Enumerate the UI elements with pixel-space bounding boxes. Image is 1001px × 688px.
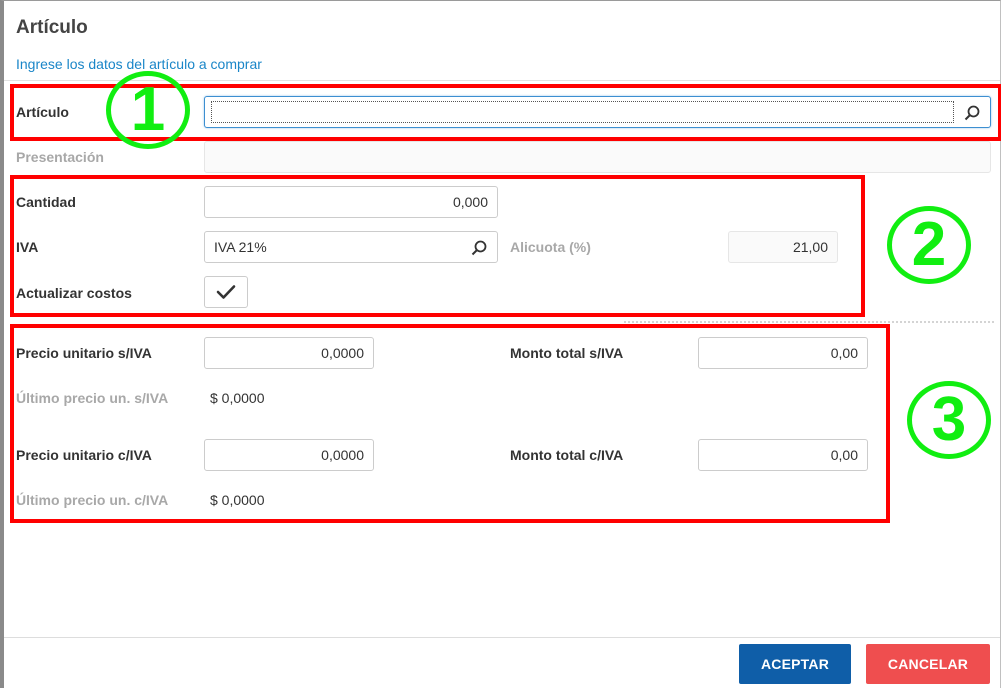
annotation-circle-2: 2 <box>887 206 971 284</box>
search-icon[interactable] <box>963 104 981 122</box>
search-icon[interactable] <box>470 239 488 257</box>
precio-unitario-civa-input[interactable]: 0,0000 <box>204 439 374 471</box>
precio-unitario-siva-value: 0,0000 <box>321 345 364 361</box>
cantidad-value: 0,000 <box>452 194 488 210</box>
iva-search-input[interactable]: IVA 21% <box>204 231 498 263</box>
dialog-title: Artículo <box>16 17 88 38</box>
presentacion-label: Presentación <box>16 149 104 165</box>
annotation-circle-1: 1 <box>106 71 190 149</box>
presentacion-field <box>204 141 991 173</box>
alicuota-value: 21,00 <box>792 239 828 255</box>
iva-label: IVA <box>16 239 39 255</box>
dialog-subtitle: Ingrese los datos del artículo a comprar <box>16 56 262 72</box>
monto-total-civa-value: 0,00 <box>830 447 858 463</box>
focus-ring <box>211 101 954 123</box>
precio-unitario-siva-input[interactable]: 0,0000 <box>204 337 374 369</box>
cantidad-label: Cantidad <box>16 194 76 210</box>
header-divider <box>4 80 1000 81</box>
monto-total-civa-label: Monto total c/IVA <box>510 447 624 463</box>
accept-button[interactable]: ACEPTAR <box>739 644 851 684</box>
check-icon <box>216 285 236 299</box>
precio-unitario-civa-label: Precio unitario c/IVA <box>16 447 152 463</box>
monto-total-siva-value: 0,00 <box>830 345 858 361</box>
alicuota-field: 21,00 <box>728 231 838 263</box>
ultimo-precio-siva-value: $ 0,0000 <box>210 390 265 406</box>
actualizar-costos-checkbox[interactable] <box>204 276 248 308</box>
monto-total-siva-label: Monto total s/IVA <box>510 345 624 361</box>
article-dialog: Artículo Ingrese los datos del artículo … <box>0 0 1001 688</box>
articulo-label: Artículo <box>16 104 69 120</box>
cantidad-input[interactable]: 0,000 <box>204 186 498 218</box>
ultimo-precio-civa-value: $ 0,0000 <box>210 492 265 508</box>
annotation-circle-3: 3 <box>907 381 991 459</box>
footer-divider <box>4 637 1000 638</box>
ultimo-precio-siva-label: Último precio un. s/IVA <box>16 390 169 406</box>
actualizar-costos-label: Actualizar costos <box>16 285 132 301</box>
precio-unitario-siva-label: Precio unitario s/IVA <box>16 345 152 361</box>
alicuota-label: Alicuota (%) <box>510 239 591 255</box>
articulo-search-input[interactable] <box>204 96 991 128</box>
cancel-button[interactable]: CANCELAR <box>866 644 990 684</box>
monto-total-civa-input[interactable]: 0,00 <box>698 439 868 471</box>
precio-unitario-civa-value: 0,0000 <box>321 447 364 463</box>
iva-value: IVA 21% <box>214 239 267 255</box>
section-separator <box>624 321 994 323</box>
ultimo-precio-civa-label: Último precio un. c/IVA <box>16 492 169 508</box>
monto-total-siva-input[interactable]: 0,00 <box>698 337 868 369</box>
